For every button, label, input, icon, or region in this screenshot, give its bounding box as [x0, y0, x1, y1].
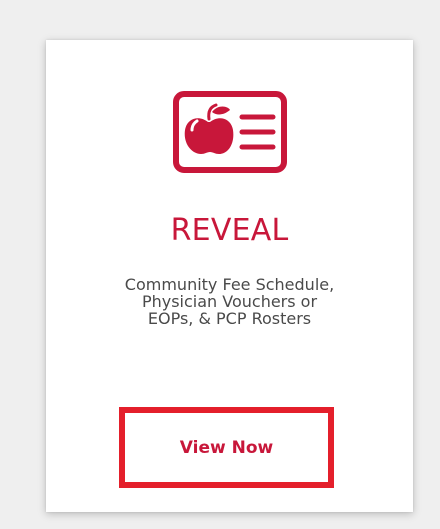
card-title: REVEAL — [170, 213, 289, 248]
view-now-button[interactable]: View Now — [119, 407, 334, 488]
description-line: Physician Vouchers or — [141, 292, 318, 311]
apple-list-icon — [172, 90, 288, 174]
description-line: EOPs, & PCP Rosters — [147, 309, 312, 328]
description-line: Community Fee Schedule, — [124, 275, 335, 294]
card-description: Community Fee Schedule, Physician Vouche… — [46, 276, 413, 327]
reveal-card: REVEAL Community Fee Schedule, Physician… — [46, 40, 413, 512]
page: REVEAL Community Fee Schedule, Physician… — [0, 0, 440, 529]
